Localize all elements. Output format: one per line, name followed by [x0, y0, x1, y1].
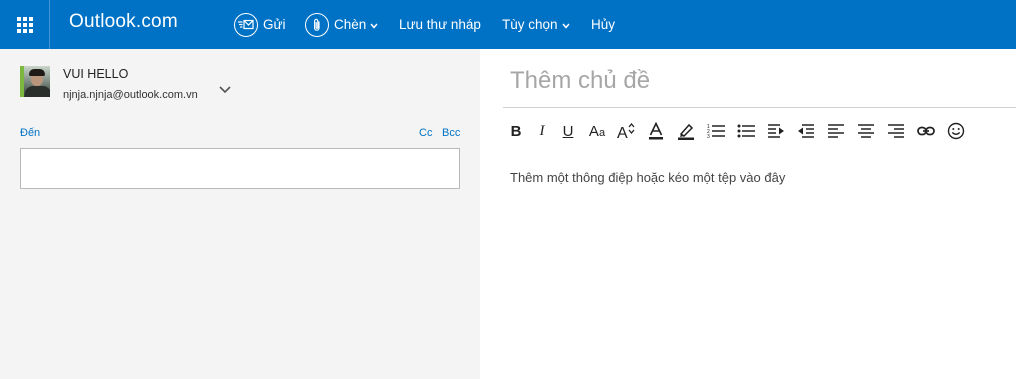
- align-center-button[interactable]: [854, 119, 878, 143]
- bold-icon: B: [510, 122, 522, 140]
- font-size-icon: Aa: [588, 122, 606, 140]
- align-left-icon: [828, 124, 844, 138]
- insert-link-button[interactable]: [914, 119, 938, 143]
- font-size-button[interactable]: Aa: [585, 119, 609, 143]
- underline-button[interactable]: U: [556, 119, 580, 143]
- bcc-link[interactable]: Bcc: [442, 127, 460, 139]
- increase-indent-button[interactable]: [794, 119, 818, 143]
- numbered-list-button[interactable]: 123: [704, 119, 728, 143]
- underline-icon: U: [562, 122, 574, 140]
- to-field[interactable]: [20, 148, 460, 189]
- app-brand[interactable]: Outlook.com: [69, 11, 178, 33]
- font-color-icon: [649, 122, 663, 140]
- compose-pane: B I U Aa A 123 Thêm một thông điệp: [480, 49, 1016, 379]
- app-launcher-icon: [16, 16, 33, 33]
- send-button[interactable]: Gửi: [234, 0, 286, 49]
- cancel-button[interactable]: Hủy: [591, 0, 615, 49]
- font-color-button[interactable]: [644, 119, 668, 143]
- bulleted-list-icon: [737, 124, 755, 138]
- align-right-icon: [888, 124, 904, 138]
- chevron-down-icon: [370, 17, 378, 32]
- highlight-icon: [678, 123, 694, 140]
- svg-text:3: 3: [707, 134, 710, 139]
- bold-button[interactable]: B: [504, 119, 528, 143]
- app-launcher-button[interactable]: [0, 0, 50, 49]
- avatar: [20, 66, 50, 97]
- numbered-list-icon: 123: [707, 124, 725, 139]
- highlight-button[interactable]: [674, 119, 698, 143]
- cc-link[interactable]: Cc: [419, 127, 432, 139]
- italic-button[interactable]: I: [530, 119, 554, 143]
- bulleted-list-button[interactable]: [734, 119, 758, 143]
- emoji-icon: [947, 122, 965, 140]
- insert-label: Chèn: [334, 17, 367, 32]
- insert-menu-button[interactable]: Chèn: [305, 0, 378, 49]
- sender-email: njnja.njnja@outlook.com.vn: [63, 89, 198, 101]
- link-icon: [917, 126, 935, 136]
- align-center-icon: [858, 124, 874, 138]
- top-navigation-bar: Outlook.com Gửi Chèn Lưu thư nháp Tùy ch…: [0, 0, 1016, 49]
- send-icon: [234, 12, 258, 37]
- chevron-down-icon: [561, 17, 570, 32]
- grow-font-icon: A: [617, 122, 635, 140]
- save-draft-button[interactable]: Lưu thư nháp: [399, 0, 481, 49]
- options-label: Tùy chọn: [502, 17, 558, 32]
- emoji-button[interactable]: [944, 119, 968, 143]
- subject-input[interactable]: [510, 63, 1016, 99]
- increase-indent-icon: [798, 124, 814, 138]
- paperclip-icon: [305, 12, 329, 37]
- message-body-placeholder[interactable]: Thêm một thông điệp hoặc kéo một tệp vào…: [510, 170, 785, 185]
- italic-icon: I: [539, 122, 545, 139]
- svg-text:A: A: [617, 125, 628, 140]
- send-label: Gửi: [263, 17, 286, 32]
- align-right-button[interactable]: [884, 119, 908, 143]
- align-left-button[interactable]: [824, 119, 848, 143]
- save-draft-label: Lưu thư nháp: [399, 17, 481, 32]
- sender-dropdown-chevron-icon[interactable]: [219, 79, 231, 98]
- decrease-indent-button[interactable]: [764, 119, 788, 143]
- to-label: Đến: [20, 127, 41, 139]
- sender-name: VUI HELLO: [63, 67, 129, 81]
- decrease-indent-icon: [768, 124, 784, 138]
- cancel-label: Hủy: [591, 17, 616, 32]
- recipients-pane: VUI HELLO njnja.njnja@outlook.com.vn Đến…: [0, 49, 480, 379]
- options-menu-button[interactable]: Tùy chọn: [502, 0, 570, 49]
- grow-font-button[interactable]: A: [614, 119, 638, 143]
- subject-divider: [503, 107, 1016, 108]
